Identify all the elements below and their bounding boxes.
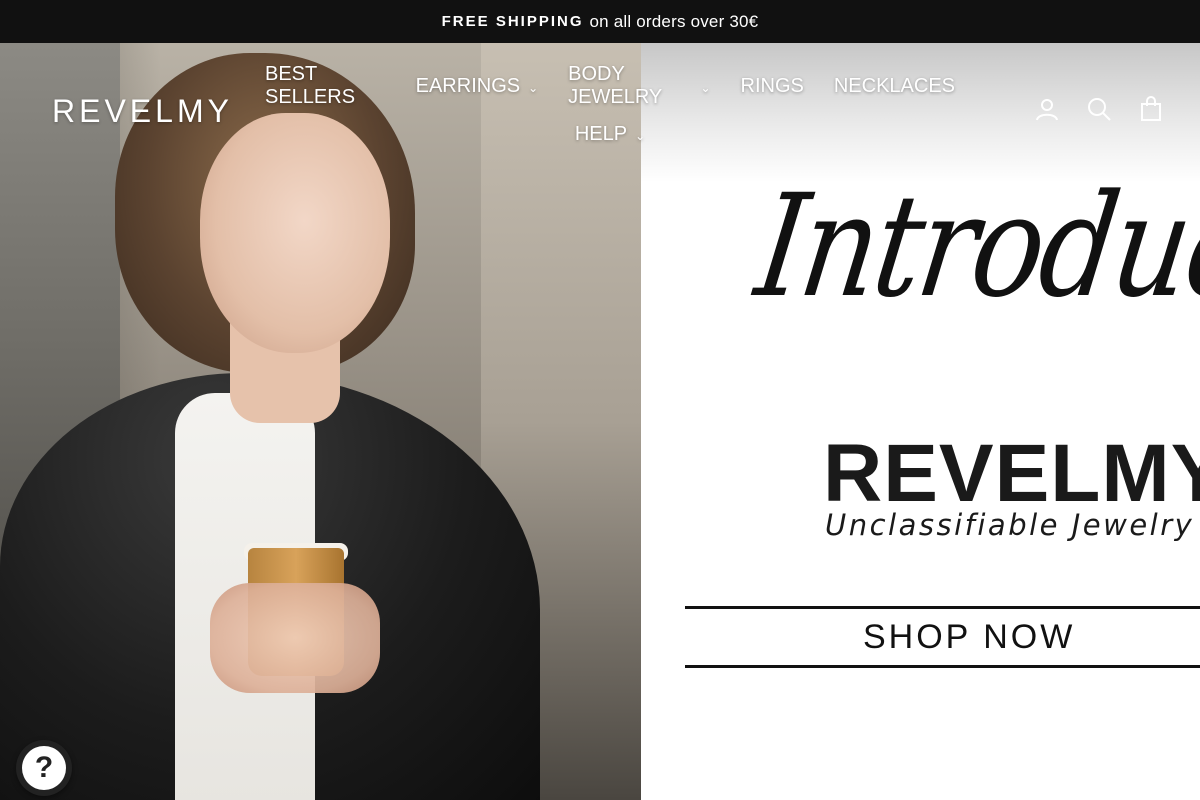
nav-necklaces[interactable]: NECKLACES xyxy=(819,71,970,101)
nav-label: BODY JEWELRY xyxy=(568,63,663,108)
main-nav: BEST SELLERS EARRINGS ⌄ BODY JEWELRY ⌄ R… xyxy=(250,63,970,149)
announcement-bold: FREE SHIPPING xyxy=(441,13,584,30)
hero-script-text: Introducing xyxy=(747,163,1200,329)
nav-label: RINGS xyxy=(740,74,804,97)
site-logo[interactable]: REVELMY xyxy=(52,93,233,130)
hero-tagline: Unclassifiable Jewelry xyxy=(825,508,1195,542)
header-icons xyxy=(1034,95,1164,123)
chevron-down-icon: ⌄ xyxy=(635,129,646,143)
nav-help[interactable]: HELP ⌄ xyxy=(560,119,660,149)
shop-now-button[interactable]: SHOP NOW xyxy=(685,606,1200,668)
nav-label: EARRINGS xyxy=(415,74,521,97)
hero-brand: REVELMY xyxy=(823,428,1200,519)
account-icon[interactable] xyxy=(1034,95,1060,123)
cart-icon[interactable] xyxy=(1138,95,1164,123)
nav-body-jewelry[interactable]: BODY JEWELRY ⌄ xyxy=(553,63,725,108)
announcement-text: on all orders over 30€ xyxy=(589,11,759,31)
chevron-down-icon: ⌄ xyxy=(700,81,711,95)
nav-label: HELP xyxy=(574,122,628,145)
question-icon: ? xyxy=(22,746,66,790)
nav-best-sellers[interactable]: BEST SELLERS xyxy=(250,63,401,108)
nav-label: NECKLACES xyxy=(833,74,955,97)
site-header: REVELMY BEST SELLERS EARRINGS ⌄ BODY JEW… xyxy=(0,43,1200,183)
nav-label: BEST SELLERS xyxy=(265,63,356,108)
chevron-down-icon: ⌄ xyxy=(528,81,539,95)
help-chat-button[interactable]: ? xyxy=(16,740,72,796)
nav-rings[interactable]: RINGS xyxy=(726,71,819,101)
announcement-bar: FREE SHIPPING on all orders over 30€ xyxy=(0,0,1200,43)
search-icon[interactable] xyxy=(1086,95,1112,123)
nav-earrings[interactable]: EARRINGS ⌄ xyxy=(401,71,554,101)
